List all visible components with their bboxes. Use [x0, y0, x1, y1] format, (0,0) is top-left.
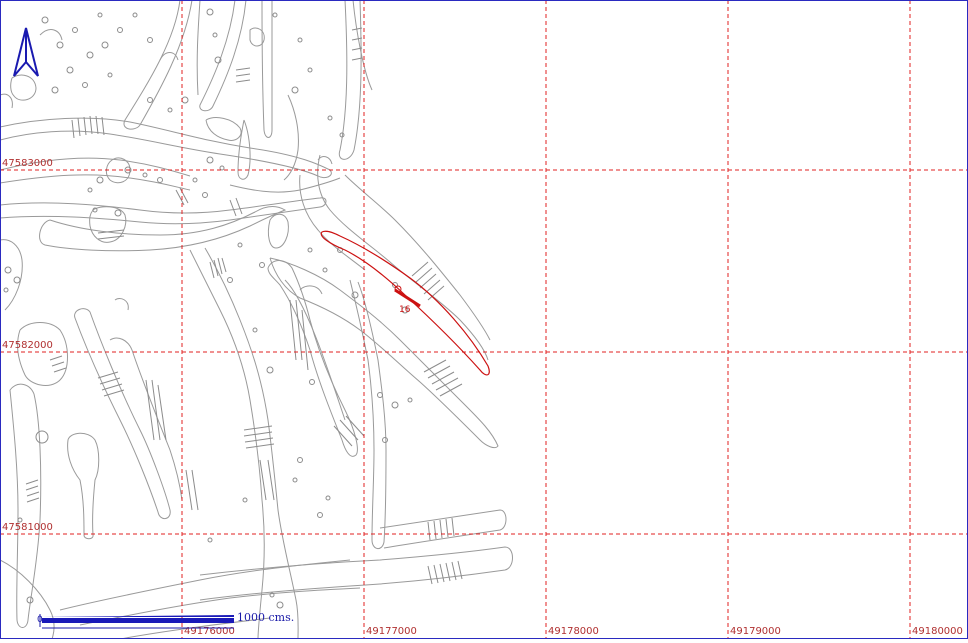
map-canvas[interactable]: 16 49176000 49177000 49178000 49179000 4…	[0, 0, 968, 640]
grid-y-label: 47581000	[2, 522, 53, 533]
feature-label: 16	[399, 305, 411, 315]
post-holes	[3, 8, 413, 609]
grid-x-label: 49178000	[548, 626, 599, 637]
scale-bar: 0 1000 cms.	[37, 611, 294, 629]
scale-label: 1000 cms.	[237, 611, 294, 624]
grid-x-label: 49179000	[730, 626, 781, 637]
scale-start-label: 0	[37, 615, 43, 625]
highlighted-feature-16[interactable]: 16	[320, 230, 490, 376]
terrain-features	[0, 0, 513, 640]
grid-labels: 49176000 49177000 49178000 49179000 4918…	[2, 158, 963, 637]
coordinate-grid	[0, 0, 968, 639]
grid-x-label: 49180000	[912, 626, 963, 637]
grid-y-label: 47583000	[2, 158, 53, 169]
grid-x-label: 49177000	[366, 626, 417, 637]
north-arrow-icon	[13, 27, 39, 77]
grid-y-label: 47582000	[2, 340, 53, 351]
hatched-segments	[25, 27, 463, 585]
